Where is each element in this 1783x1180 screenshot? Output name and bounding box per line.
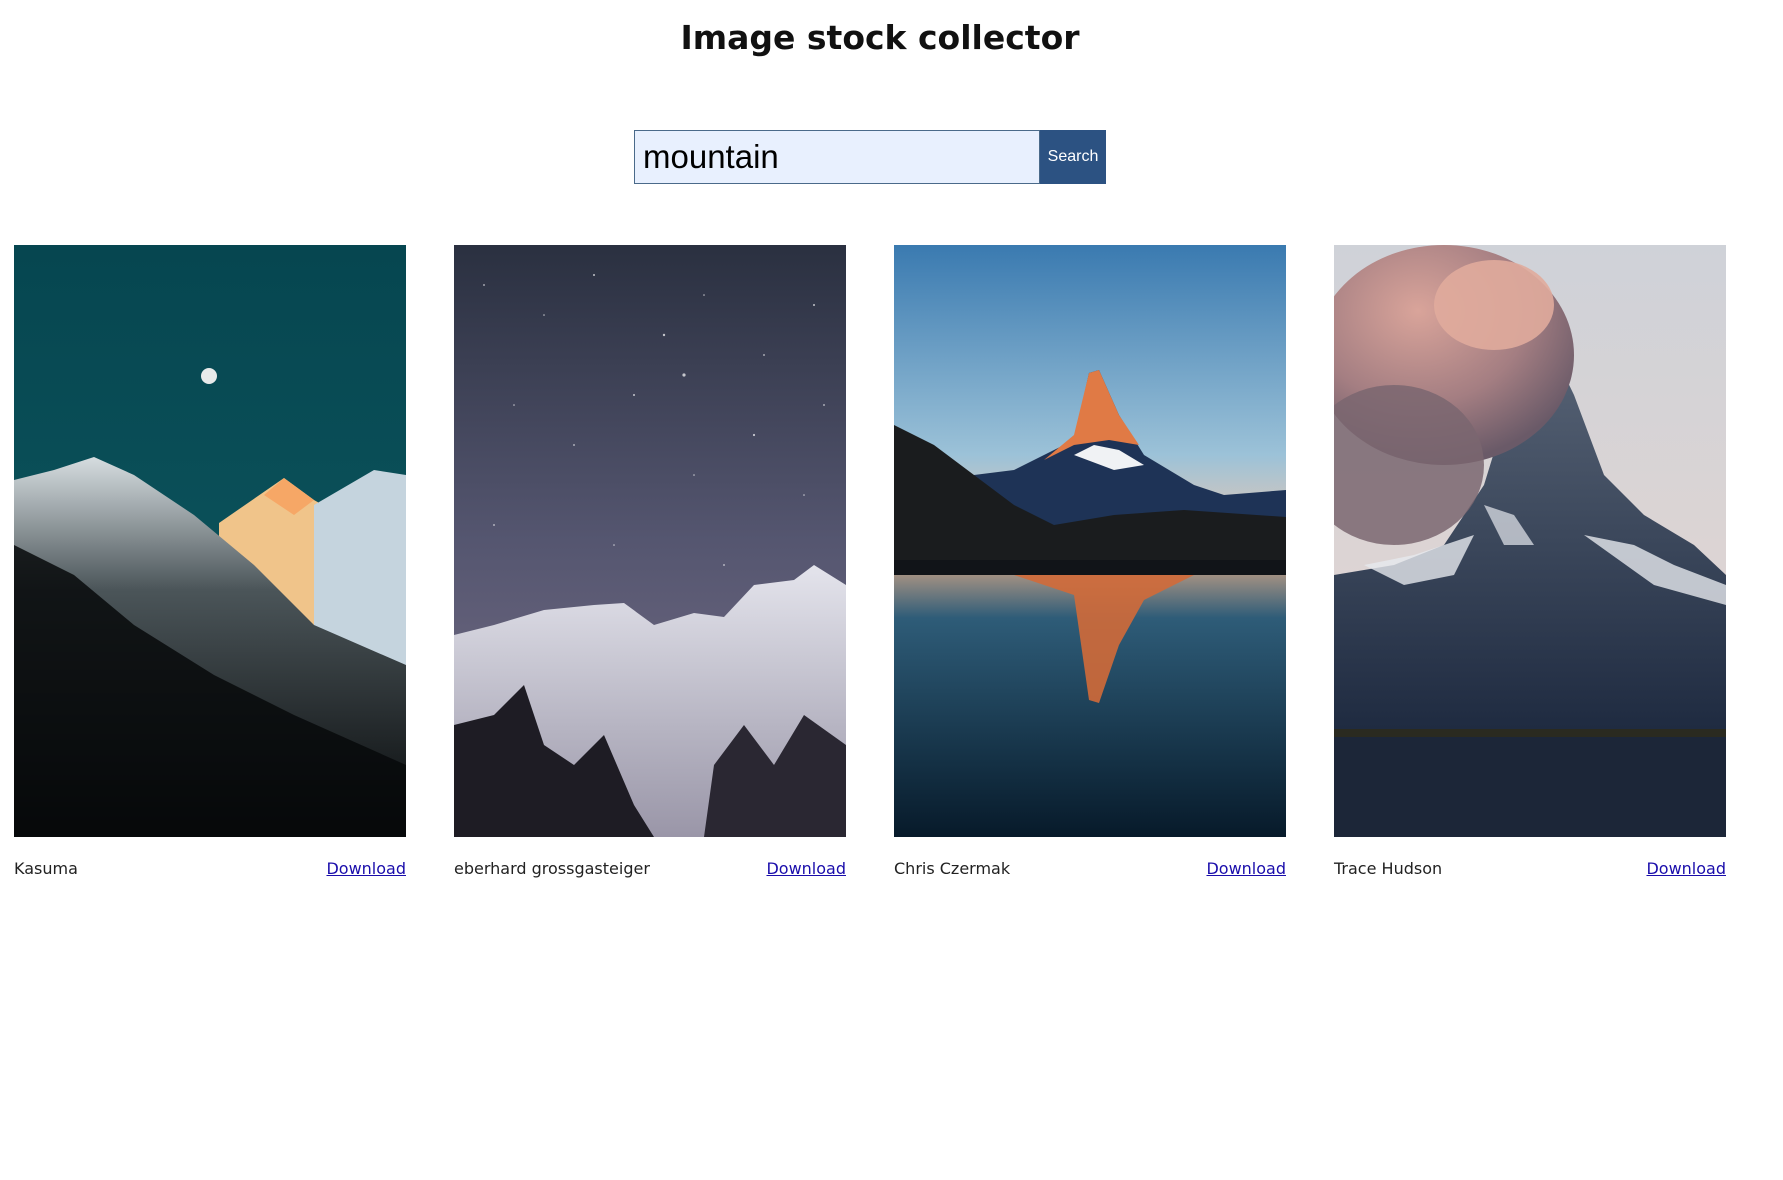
card-footer: Trace Hudson Download [1334, 859, 1726, 878]
author-name: eberhard grossgasteiger [454, 859, 650, 878]
author-name: Chris Czermak [894, 859, 1011, 878]
image-card: Chris Czermak Download [894, 245, 1286, 878]
image-card: Kasuma Download [14, 245, 406, 878]
image-gallery: Kasuma Download eberhard grossgasteiger … [14, 245, 1726, 878]
download-link[interactable]: Download [1646, 859, 1726, 878]
page-title: Image stock collector [680, 18, 1080, 57]
card-footer: eberhard grossgasteiger Download [454, 859, 846, 878]
download-link[interactable]: Download [326, 859, 406, 878]
snowy-ridge-starry-sky-photo[interactable] [454, 245, 846, 837]
image-card: Trace Hudson Download [1334, 245, 1726, 878]
download-link[interactable]: Download [1206, 859, 1286, 878]
card-footer: Chris Czermak Download [894, 859, 1286, 878]
peak-with-clouds-photo[interactable] [1334, 245, 1726, 837]
author-name: Kasuma [14, 859, 78, 878]
page: Image stock collector Search [0, 0, 1783, 1180]
search-bar: Search [634, 130, 1106, 184]
author-name: Trace Hudson [1334, 859, 1443, 878]
mountain-moon-dusk-photo[interactable] [14, 245, 406, 837]
image-card: eberhard grossgasteiger Download [454, 245, 846, 878]
card-footer: Kasuma Download [14, 859, 406, 878]
download-link[interactable]: Download [766, 859, 846, 878]
search-button[interactable]: Search [1040, 130, 1106, 184]
search-input[interactable] [634, 130, 1040, 184]
matterhorn-lake-reflection-photo[interactable] [894, 245, 1286, 837]
